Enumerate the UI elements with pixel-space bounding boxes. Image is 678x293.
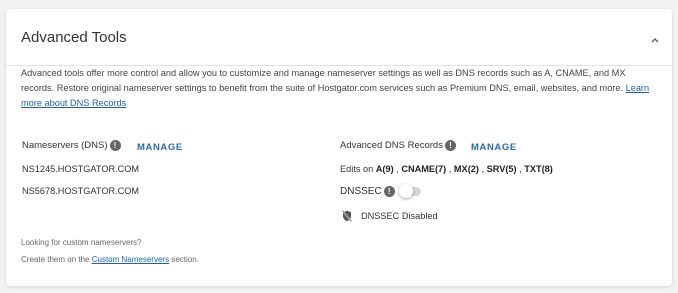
- manage-nameservers-button[interactable]: MANAGE: [137, 142, 183, 153]
- manage-dns-records-button[interactable]: MANAGE: [471, 142, 517, 153]
- dnssec-status: DNSSEC Disabled: [342, 210, 438, 222]
- custom-nameservers-link[interactable]: Custom Nameservers: [92, 255, 169, 264]
- dnssec-toggle[interactable]: [398, 184, 421, 198]
- info-icon[interactable]: !: [444, 140, 456, 151]
- nameservers-label-group: Nameservers (DNS) !: [22, 140, 121, 151]
- dnssec-status-text: DNSSEC Disabled: [361, 211, 438, 221]
- edit-count-a: A(9): [375, 164, 394, 174]
- edit-count-cname: CNAME(7): [401, 164, 447, 174]
- panel-title: Advanced Tools: [21, 29, 127, 46]
- custom-nameservers-hint: Create them on the Custom Nameservers se…: [21, 255, 199, 264]
- edits-prefix: Edits on: [340, 164, 374, 174]
- hint-suffix: section.: [171, 255, 199, 264]
- description-text: Advanced tools offer more control and al…: [21, 68, 626, 93]
- dns-records-label: Advanced DNS Records: [340, 140, 443, 151]
- dnssec-disabled-icon: [342, 210, 352, 222]
- info-icon[interactable]: !: [109, 140, 121, 151]
- edit-count-srv: SRV(5): [486, 164, 517, 174]
- dnssec-label: DNSSEC: [340, 186, 382, 197]
- chevron-up-icon[interactable]: [650, 35, 660, 45]
- hint-prefix: Create them on the: [21, 255, 90, 264]
- toggle-knob: [398, 184, 413, 198]
- info-icon[interactable]: !: [383, 186, 395, 197]
- nameserver-item: NS5678.HOSTGATOR.COM: [22, 186, 140, 196]
- dns-records-label-group: Advanced DNS Records !: [340, 140, 456, 151]
- dns-edits-summary: Edits on A(9) , CNAME(7) , MX(2) , SRV(5…: [340, 164, 553, 174]
- nameserver-item: NS1245.HOSTGATOR.COM: [22, 164, 140, 174]
- custom-nameservers-prompt: Looking for custom nameservers?: [21, 238, 142, 247]
- dnssec-row: DNSSEC !: [340, 184, 421, 198]
- edit-count-mx: MX(2): [453, 164, 479, 174]
- panel-header[interactable]: Advanced Tools: [6, 9, 672, 66]
- panel-description: Advanced tools offer more control and al…: [21, 66, 661, 111]
- edit-count-txt: TXT(8): [524, 164, 553, 174]
- nameservers-label: Nameservers (DNS): [22, 140, 108, 151]
- advanced-tools-panel: Advanced Tools Advanced tools offer more…: [6, 9, 672, 286]
